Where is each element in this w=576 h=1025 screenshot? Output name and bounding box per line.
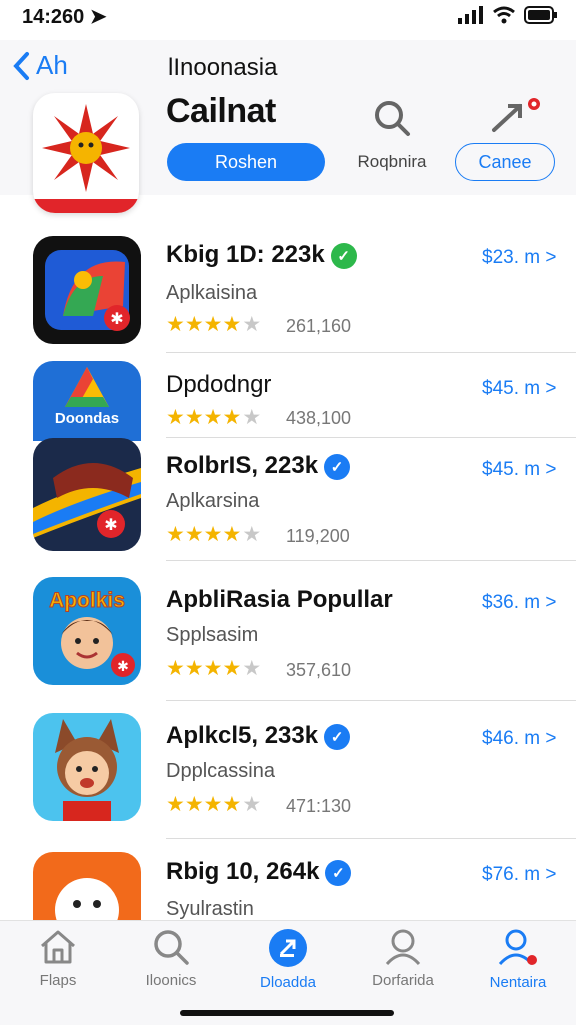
app-title-1[interactable]: Kbig 1D: 223k ✓ bbox=[166, 241, 357, 269]
svg-text:✱: ✱ bbox=[104, 515, 117, 534]
featured-app-icon[interactable] bbox=[33, 93, 139, 213]
tab-apps-label: Dloadda bbox=[260, 974, 316, 991]
rating-stars-3: ★★★★ ★ bbox=[166, 523, 262, 546]
rating-count-2: 438,100 bbox=[286, 408, 352, 428]
location-arrow-icon: ➤ bbox=[89, 6, 107, 28]
row-divider bbox=[166, 700, 576, 701]
status-icons bbox=[458, 6, 558, 24]
row-divider bbox=[166, 437, 576, 438]
app-icon-3[interactable]: ✱ bbox=[33, 438, 141, 551]
rating-stars-1: ★★★★ ★ bbox=[166, 313, 262, 336]
app-title-2[interactable]: Dpdodngr bbox=[166, 371, 271, 399]
rating-count-3: 119,200 bbox=[286, 526, 350, 546]
page-title: Cailnat bbox=[166, 92, 276, 130]
app-subtitle-4: Spplsasim bbox=[166, 624, 259, 646]
app-subtitle-3: Aplkarsina bbox=[166, 490, 260, 512]
app-icon-4-text: Apolkis bbox=[49, 589, 125, 612]
app-title-6[interactable]: Rbig 10, 264k ✓ bbox=[166, 858, 352, 886]
segment-outline[interactable]: Canee bbox=[455, 143, 555, 181]
segment-active[interactable]: Roshen bbox=[167, 143, 325, 181]
price-button-3[interactable]: $45. m > bbox=[482, 459, 556, 481]
price-button-6[interactable]: $76. m > bbox=[482, 864, 556, 886]
rating-count-1: 261,160 bbox=[286, 316, 352, 336]
verified-badge-icon: ✓ bbox=[325, 859, 352, 886]
share-icon[interactable] bbox=[490, 96, 540, 140]
home-indicator bbox=[180, 1010, 394, 1016]
wifi-icon bbox=[493, 6, 515, 24]
row-divider bbox=[166, 838, 576, 839]
person-icon bbox=[385, 929, 421, 966]
app-title-3[interactable]: RolbrIS, 223k ✓ bbox=[166, 452, 351, 480]
app-icon-6[interactable] bbox=[33, 852, 141, 922]
tab-person[interactable]: Dorfarida bbox=[353, 928, 453, 998]
signal-icon bbox=[458, 6, 483, 24]
price-button-4[interactable]: $36. m > bbox=[482, 592, 556, 614]
app-icon-2-text: Doondas bbox=[55, 410, 119, 427]
app-subtitle-5: Dpplcassina bbox=[166, 760, 275, 782]
app-icon-1[interactable]: ✱ bbox=[33, 236, 141, 344]
price-button-2[interactable]: $45. m > bbox=[482, 378, 556, 400]
app-subtitle-1: Aplkaisina bbox=[166, 282, 258, 304]
tab-search[interactable]: Iloonics bbox=[121, 928, 221, 998]
rating-count-5: 471:130 bbox=[286, 796, 352, 816]
price-button-1[interactable]: $23. m > bbox=[482, 247, 556, 269]
verified-badge-icon: ✓ bbox=[324, 453, 351, 480]
tab-search-label: Iloonics bbox=[145, 972, 197, 989]
rating-stars-2: ★★★★ ★ bbox=[166, 406, 262, 429]
app-title-5[interactable]: Aplkcl5, 233k ✓ bbox=[166, 722, 351, 750]
rating-stars-5: ★★★★ ★ bbox=[166, 793, 262, 816]
tab-account-label: Nentaira bbox=[489, 974, 547, 991]
search-icon bbox=[154, 930, 189, 965]
tab-home-label: Flaps bbox=[39, 972, 77, 989]
rating-count-4: 357,610 bbox=[286, 660, 352, 680]
row-divider bbox=[166, 560, 576, 561]
app-title-4[interactable]: ApbliRasia Popullar bbox=[166, 586, 393, 614]
app-icon-2[interactable]: Doondas bbox=[33, 361, 141, 441]
back-label: Ah bbox=[36, 50, 68, 80]
home-icon bbox=[41, 930, 75, 964]
verified-badge-icon: ✓ bbox=[324, 723, 351, 750]
tab-account[interactable]: Nentaira bbox=[468, 928, 568, 998]
row-divider bbox=[166, 352, 576, 353]
tab-apps[interactable]: Dloadda bbox=[238, 928, 338, 998]
back-button[interactable]: Ah bbox=[12, 50, 68, 81]
search-icon[interactable] bbox=[372, 98, 412, 138]
app-icon-4[interactable]: Apolkis ✱ bbox=[33, 577, 141, 685]
chevron-left-icon bbox=[13, 51, 29, 80]
apps-icon bbox=[269, 929, 307, 967]
app-icon-5[interactable] bbox=[33, 713, 141, 821]
segment-middle[interactable]: Roqbnira bbox=[342, 143, 442, 181]
tab-person-label: Dorfarida bbox=[372, 972, 434, 989]
svg-text:✱: ✱ bbox=[117, 659, 129, 675]
country-label: lInoonasia bbox=[168, 54, 278, 81]
rating-stars-4: ★★★★ ★ bbox=[166, 657, 262, 680]
svg-text:✱: ✱ bbox=[110, 309, 123, 328]
app-subtitle-6: Syulrastin bbox=[166, 898, 254, 920]
battery-icon bbox=[524, 6, 557, 24]
account-icon bbox=[498, 929, 537, 966]
price-button-5[interactable]: $46. m > bbox=[482, 728, 556, 750]
status-time: 14:260 ➤ bbox=[22, 6, 107, 28]
check-badge-icon: ✓ bbox=[330, 242, 357, 269]
tab-home[interactable]: Flaps bbox=[8, 928, 108, 998]
